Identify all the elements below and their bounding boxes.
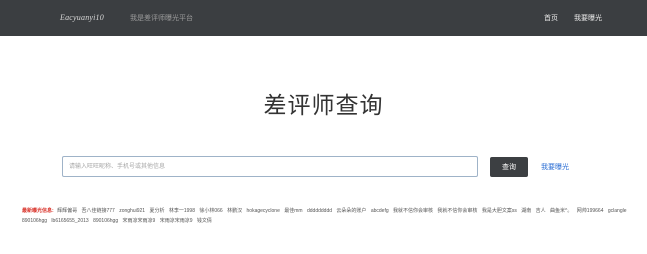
recent-exposure-item[interactable]: 云朵朵的账户 — [336, 208, 366, 214]
nav-links: 首页 我要曝光 — [544, 13, 602, 23]
recent-exposure-item[interactable]: 宋雨凉宋雨凉9 — [160, 218, 193, 224]
recent-exposure-item[interactable]: ddddddddd — [307, 208, 332, 214]
recent-exposure-item[interactable]: 曲鱼米^。 — [550, 208, 572, 214]
search-button[interactable]: 查询 — [490, 157, 528, 177]
recent-exposure-item[interactable]: 我就不信你会审核 — [437, 208, 477, 214]
nav-link-home[interactable]: 首页 — [544, 13, 558, 23]
recent-exposure-item[interactable]: 890106hgg — [22, 218, 47, 224]
expose-link[interactable]: 我要曝光 — [541, 162, 569, 172]
brand-logo[interactable]: Eacyuanyi10 — [60, 13, 104, 22]
recent-exposure-item[interactable]: zonghui921 — [119, 208, 145, 214]
recent-exposure-item[interactable]: 钱文倩 — [197, 218, 212, 224]
nav-link-expose[interactable]: 我要曝光 — [574, 13, 602, 23]
recent-exposure-item[interactable]: 宋雨凉宋雨凉9 — [123, 218, 156, 224]
recent-exposure-item[interactable]: abcdefg — [371, 208, 389, 214]
recent-exposure-item[interactable]: 徐小林066 — [199, 208, 222, 214]
site-subtitle: 我是差评师曝光平台 — [130, 15, 193, 22]
recent-exposure-item[interactable]: 夏分析 — [149, 208, 164, 214]
recent-exposure-item[interactable]: 湖南 — [521, 208, 531, 214]
page-title: 差评师查询 — [263, 92, 384, 118]
recent-exposure-item[interactable]: 辉辉偏哥 — [57, 208, 77, 214]
recent-exposure-item[interactable]: 我是大胆文案ss — [482, 208, 517, 214]
recent-exposure-item[interactable]: 我就不信你会审核 — [393, 208, 433, 214]
recent-exposure-item[interactable]: hokagecyclone — [247, 208, 280, 214]
recent-exposure-item[interactable]: 890106hgg — [93, 218, 118, 224]
top-navbar: Eacyuanyi10 我是差评师曝光平台 首页 我要曝光 — [0, 0, 647, 36]
search-input[interactable] — [62, 156, 478, 177]
recent-exposure-item[interactable]: lb6165655_2013 — [51, 218, 88, 224]
recent-exposures: 最新曝光信息: 辉辉偏哥 吾八佳链接777 zonghui921 夏分析 林李一… — [22, 206, 632, 226]
recent-exposures-label: 最新曝光信息: — [22, 208, 54, 214]
recent-exposure-item[interactable]: 林李一1998 — [169, 208, 195, 214]
recent-exposure-item[interactable]: gclangle — [608, 208, 627, 214]
recent-exposure-item[interactable]: 林鹏汉 — [227, 208, 242, 214]
recent-exposure-item[interactable]: 网帅199664 — [577, 208, 604, 214]
recent-exposure-item[interactable]: 吾八佳链接777 — [81, 208, 114, 214]
recent-exposure-item[interactable]: 最佳mm — [284, 208, 302, 214]
recent-exposure-item[interactable]: 吉人 — [536, 208, 546, 214]
